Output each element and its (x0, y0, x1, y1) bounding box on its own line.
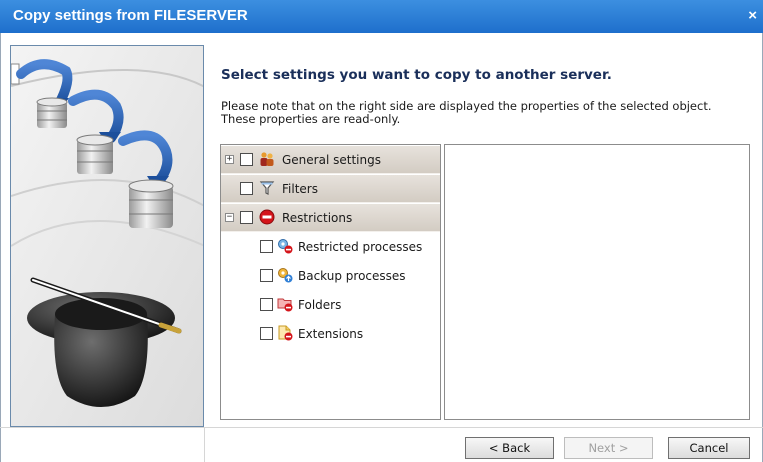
title-bar: Copy settings from FILESERVER × (0, 0, 763, 33)
tree-item-restrictions[interactable]: − Restrictions (221, 204, 440, 232)
tree-item-label: Extensions (298, 327, 364, 341)
cancel-button[interactable]: Cancel (668, 437, 750, 459)
no-entry-icon (259, 209, 275, 225)
expand-icon[interactable]: + (225, 155, 234, 164)
tree-item-folders[interactable]: Folders (221, 291, 440, 319)
backup-processes-icon (277, 267, 293, 283)
tree-item-restricted-processes[interactable]: Restricted processes (221, 233, 440, 261)
close-button[interactable]: × (748, 7, 757, 24)
filters-checkbox[interactable] (240, 182, 253, 195)
general-settings-checkbox[interactable] (240, 153, 253, 166)
tree-item-filters[interactable]: Filters (221, 175, 440, 203)
wizard-illustration (10, 45, 204, 427)
properties-panel (444, 144, 750, 420)
restricted-extension-icon (277, 325, 293, 341)
next-button[interactable]: Next > (564, 437, 653, 459)
settings-tree[interactable]: + General settings Filters − Restriction… (220, 144, 441, 420)
footer-separator (0, 427, 763, 428)
tree-item-backup-processes[interactable]: Backup processes (221, 262, 440, 290)
tree-item-label: General settings (282, 153, 381, 167)
restricted-folder-icon (277, 296, 293, 312)
note-line: These properties are read-only. (221, 112, 401, 126)
tree-item-label: Filters (282, 182, 318, 196)
folders-checkbox[interactable] (260, 298, 273, 311)
back-button[interactable]: < Back (465, 437, 554, 459)
tree-item-label: Folders (298, 298, 342, 312)
tree-item-general-settings[interactable]: + General settings (221, 146, 440, 174)
collapse-icon[interactable]: − (225, 213, 234, 222)
users-icon (259, 151, 275, 167)
tree-item-extensions[interactable]: Extensions (221, 320, 440, 348)
page-heading: Select settings you want to copy to anot… (221, 67, 612, 83)
tree-item-label: Restricted processes (298, 240, 423, 254)
restricted-processes-checkbox[interactable] (260, 240, 273, 253)
tree-item-label: Backup processes (298, 269, 406, 283)
filter-icon (259, 180, 275, 196)
extensions-checkbox[interactable] (260, 327, 273, 340)
instructions-note: Please note that on the right side are d… (221, 100, 751, 126)
footer-divider (204, 427, 205, 462)
restricted-processes-icon (277, 238, 293, 254)
tree-item-label: Restrictions (282, 211, 353, 225)
restrictions-checkbox[interactable] (240, 211, 253, 224)
window-title: Copy settings from FILESERVER (13, 7, 248, 24)
backup-processes-checkbox[interactable] (260, 269, 273, 282)
